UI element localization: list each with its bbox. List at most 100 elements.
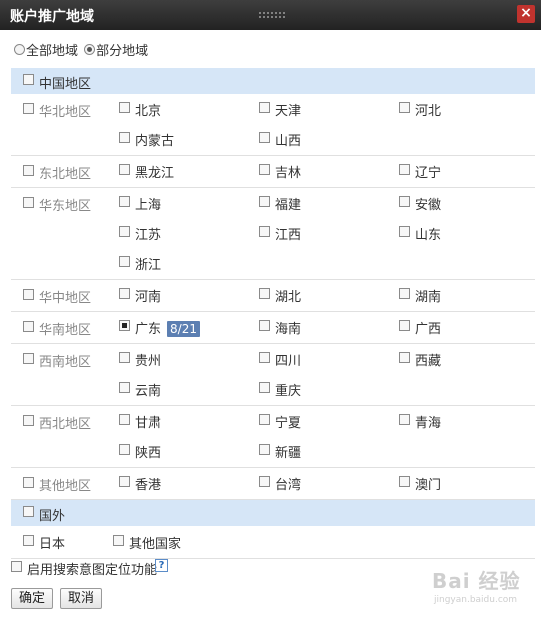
province-name: 江苏 bbox=[135, 228, 162, 243]
province-label: 北京 bbox=[135, 100, 161, 119]
region-label: 华东地区 bbox=[39, 199, 92, 214]
province-checkbox[interactable] bbox=[259, 320, 270, 331]
region-checkbox[interactable] bbox=[23, 103, 34, 114]
province-label: 湖北 bbox=[275, 286, 301, 305]
province-name: 江西 bbox=[275, 228, 302, 243]
province-label: 黑龙江 bbox=[135, 162, 174, 181]
province-checkbox[interactable] bbox=[399, 102, 410, 113]
dialog-titlebar[interactable]: 账户推广地域 × bbox=[0, 0, 541, 30]
province-checkbox[interactable] bbox=[259, 476, 270, 487]
province-checkbox[interactable] bbox=[399, 476, 410, 487]
province-checkbox[interactable] bbox=[259, 164, 270, 175]
province-checkbox[interactable] bbox=[119, 164, 130, 175]
province-label: 湖南 bbox=[415, 286, 441, 305]
province-checkbox[interactable] bbox=[259, 102, 270, 113]
province-checkbox[interactable] bbox=[259, 288, 270, 299]
province-name: 北京 bbox=[135, 104, 162, 119]
province-label: 甘肃 bbox=[135, 412, 161, 431]
province-checkbox[interactable] bbox=[399, 196, 410, 207]
city-count-badge[interactable]: 8/21 bbox=[167, 321, 200, 337]
foreign-checkbox[interactable] bbox=[23, 506, 34, 517]
foreign-item-checkbox[interactable] bbox=[113, 535, 124, 546]
province-name: 天津 bbox=[275, 104, 302, 119]
radio-partial-dot[interactable] bbox=[84, 44, 96, 55]
province-checkbox[interactable] bbox=[259, 382, 270, 393]
cancel-button[interactable]: 取消 bbox=[60, 588, 103, 609]
province-checkbox[interactable] bbox=[119, 256, 130, 267]
province-name: 西藏 bbox=[415, 354, 442, 369]
province-checkbox[interactable] bbox=[119, 196, 130, 207]
province-checkbox[interactable] bbox=[119, 132, 130, 143]
watermark-sub: jingyan.baidu.com bbox=[434, 595, 518, 605]
province-checkbox[interactable] bbox=[119, 444, 130, 455]
province-name: 浙江 bbox=[135, 258, 162, 273]
province-name: 宁夏 bbox=[275, 416, 302, 431]
drag-handle-icon[interactable] bbox=[258, 11, 286, 19]
confirm-button[interactable]: 确定 bbox=[11, 588, 54, 609]
region-checkbox[interactable] bbox=[23, 197, 34, 208]
province-checkbox[interactable] bbox=[119, 102, 130, 113]
province-checkbox[interactable] bbox=[399, 226, 410, 237]
intent-checkbox[interactable] bbox=[11, 561, 22, 572]
province-checkbox[interactable] bbox=[399, 320, 410, 331]
province-checkbox[interactable] bbox=[259, 414, 270, 425]
region-checkbox[interactable] bbox=[23, 415, 34, 426]
region-label: 其他地区 bbox=[39, 479, 92, 494]
region-row: 西南地区 贵州 四川 西藏 云南 重庆 bbox=[11, 344, 535, 406]
province-checkbox[interactable] bbox=[119, 414, 130, 425]
province-name: 山西 bbox=[275, 134, 302, 149]
province-checkbox[interactable] bbox=[259, 444, 270, 455]
region-list: 华北地区 北京 天津 河北 内蒙古 山西 东北地区 黑龙江 吉林 辽宁 华东地区 上海 福建 安徽 江苏 江西… bbox=[11, 94, 535, 500]
intent-label: 启用搜索意图定位功能 bbox=[27, 563, 158, 578]
region-checkbox[interactable] bbox=[23, 289, 34, 300]
province-label: 香港 bbox=[135, 474, 161, 493]
province-checkbox[interactable] bbox=[119, 382, 130, 393]
region-row: 华南地区 广东 8/21 海南 广西 bbox=[11, 312, 535, 344]
close-button[interactable]: × bbox=[517, 5, 535, 23]
province-checkbox[interactable] bbox=[399, 164, 410, 175]
province-label: 辽宁 bbox=[415, 162, 441, 181]
province-checkbox[interactable] bbox=[259, 196, 270, 207]
province-checkbox[interactable] bbox=[259, 132, 270, 143]
province-label: 陕西 bbox=[135, 442, 161, 461]
province-checkbox[interactable] bbox=[259, 352, 270, 363]
region-row: 西北地区 甘肃 宁夏 青海 陕西 新疆 bbox=[11, 406, 535, 468]
radio-all-dot[interactable] bbox=[14, 44, 25, 55]
region-label: 东北地区 bbox=[39, 167, 92, 182]
region-label: 华中地区 bbox=[39, 291, 92, 306]
province-label: 河北 bbox=[415, 100, 441, 119]
province-checkbox[interactable] bbox=[259, 226, 270, 237]
region-checkbox[interactable] bbox=[23, 165, 34, 176]
province-label: 天津 bbox=[275, 100, 301, 119]
province-name: 辽宁 bbox=[415, 166, 442, 181]
region-checkbox[interactable] bbox=[23, 353, 34, 364]
foreign-item-checkbox[interactable] bbox=[23, 535, 34, 546]
province-label: 海南 bbox=[275, 318, 301, 337]
china-header: 中国地区 bbox=[11, 68, 535, 94]
radio-all-regions[interactable]: 全部地域 bbox=[14, 40, 78, 59]
province-name: 甘肃 bbox=[135, 416, 162, 431]
china-header-label: 中国地区 bbox=[39, 77, 92, 92]
china-checkbox[interactable] bbox=[23, 74, 34, 85]
province-label: 河南 bbox=[135, 286, 161, 305]
foreign-row: 日本 其他国家 bbox=[11, 526, 535, 559]
province-checkbox[interactable] bbox=[399, 288, 410, 299]
province-name: 广东 bbox=[135, 322, 162, 337]
province-checkbox[interactable] bbox=[119, 476, 130, 487]
province-checkbox[interactable] bbox=[119, 226, 130, 237]
help-icon[interactable]: ? bbox=[155, 559, 168, 572]
region-checkbox[interactable] bbox=[23, 477, 34, 488]
province-name: 黑龙江 bbox=[135, 166, 175, 181]
province-checkbox[interactable] bbox=[399, 414, 410, 425]
province-checkbox[interactable] bbox=[119, 352, 130, 363]
province-label: 贵州 bbox=[135, 350, 161, 369]
province-label: 福建 bbox=[275, 194, 301, 213]
province-label: 澳门 bbox=[415, 474, 441, 493]
radio-partial-regions[interactable]: 部分地域 bbox=[84, 40, 148, 59]
province-name: 上海 bbox=[135, 198, 162, 213]
region-checkbox[interactable] bbox=[23, 321, 34, 332]
province-checkbox[interactable] bbox=[119, 320, 130, 331]
province-checkbox[interactable] bbox=[119, 288, 130, 299]
region-label: 华北地区 bbox=[39, 105, 92, 120]
province-checkbox[interactable] bbox=[399, 352, 410, 363]
